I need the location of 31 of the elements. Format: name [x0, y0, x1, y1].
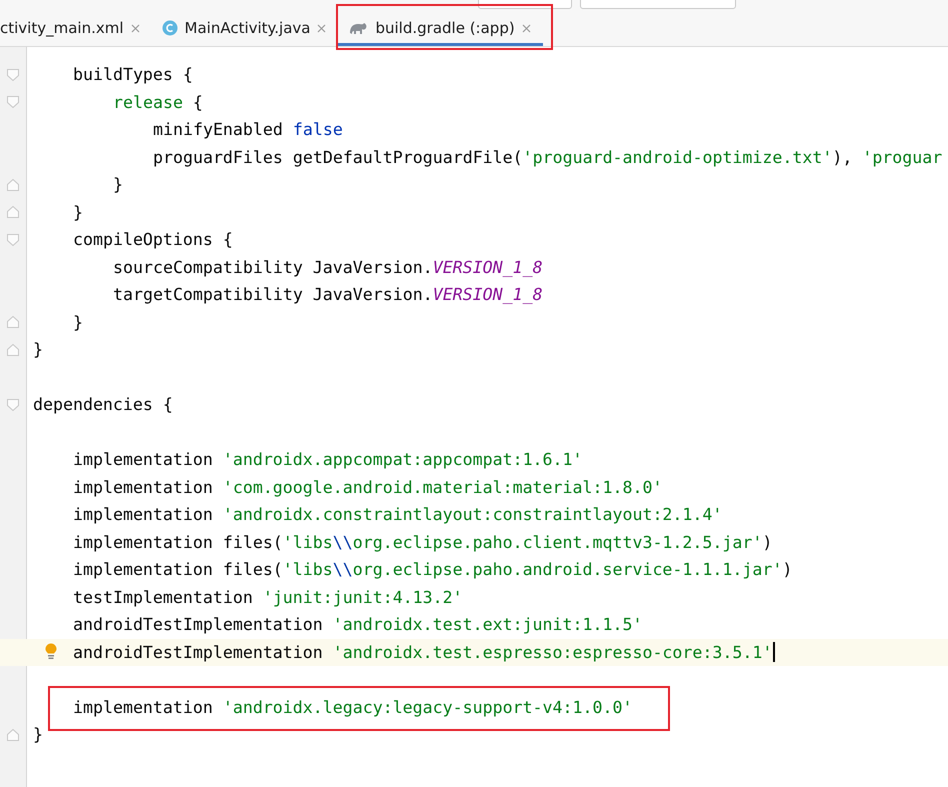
code-line: implementation files('libs\\org.eclipse.paho.client.mqttv3-1.2.5.jar'): [73, 532, 772, 552]
close-icon: [130, 24, 140, 32]
code-line: androidTestImplementation 'androidx.test.espresso:espresso-core:3.5.1': [73, 642, 772, 662]
code-line: implementation 'androidx.constraintlayout:constraintlayout:2.1.4': [73, 505, 722, 524]
code-line: buildTypes {: [73, 65, 193, 84]
editor-tab[interactable]: ctivity_main.xml: [0, 10, 152, 46]
code-line: androidTestImplementation 'androidx.test.ext:junit:1.1.5': [73, 615, 642, 634]
class-icon: [162, 20, 178, 36]
code-line: }: [33, 725, 43, 744]
code-line: }: [73, 202, 83, 222]
elephant-icon: [348, 20, 368, 36]
code-line: targetCompatibility JavaVersion.VERSION_1_8: [113, 285, 543, 304]
code-line: implementation 'androidx.appcompat:appcompat:1.6.1': [73, 450, 583, 470]
code-line: implementation files('libs\\org.eclipse.paho.android.service-1.1.1.jar'): [73, 560, 792, 580]
code-line: release {: [113, 92, 203, 112]
editor-tab[interactable]: MainActivity.java: [152, 10, 338, 46]
code-line: proguardFiles getDefaultProguardFile('proguard-android-optimize.txt'), 'proguar: [153, 148, 942, 167]
code-line: dependencies {: [33, 395, 173, 414]
code-line: }: [33, 340, 43, 360]
text-cursor: [773, 642, 776, 662]
code-line: minifyEnabled false: [153, 120, 343, 140]
code-line: sourceCompatibility JavaVersion.VERSION_1_8: [113, 258, 543, 277]
editor-tab[interactable]: build.gradle (:app): [338, 10, 543, 46]
close-icon: [317, 24, 326, 32]
code-line: }: [113, 175, 123, 194]
code-line: testImplementation 'junit:junit:4.13.2': [73, 588, 463, 607]
code-line: compileOptions {: [73, 230, 233, 250]
close-icon: [522, 24, 531, 32]
code-line: implementation 'com.google.android.material:material:1.8.0': [73, 478, 662, 497]
code-line: }: [73, 312, 83, 332]
code-line: implementation 'androidx.legacy:legacy-support-v4:1.0.0': [73, 698, 632, 717]
